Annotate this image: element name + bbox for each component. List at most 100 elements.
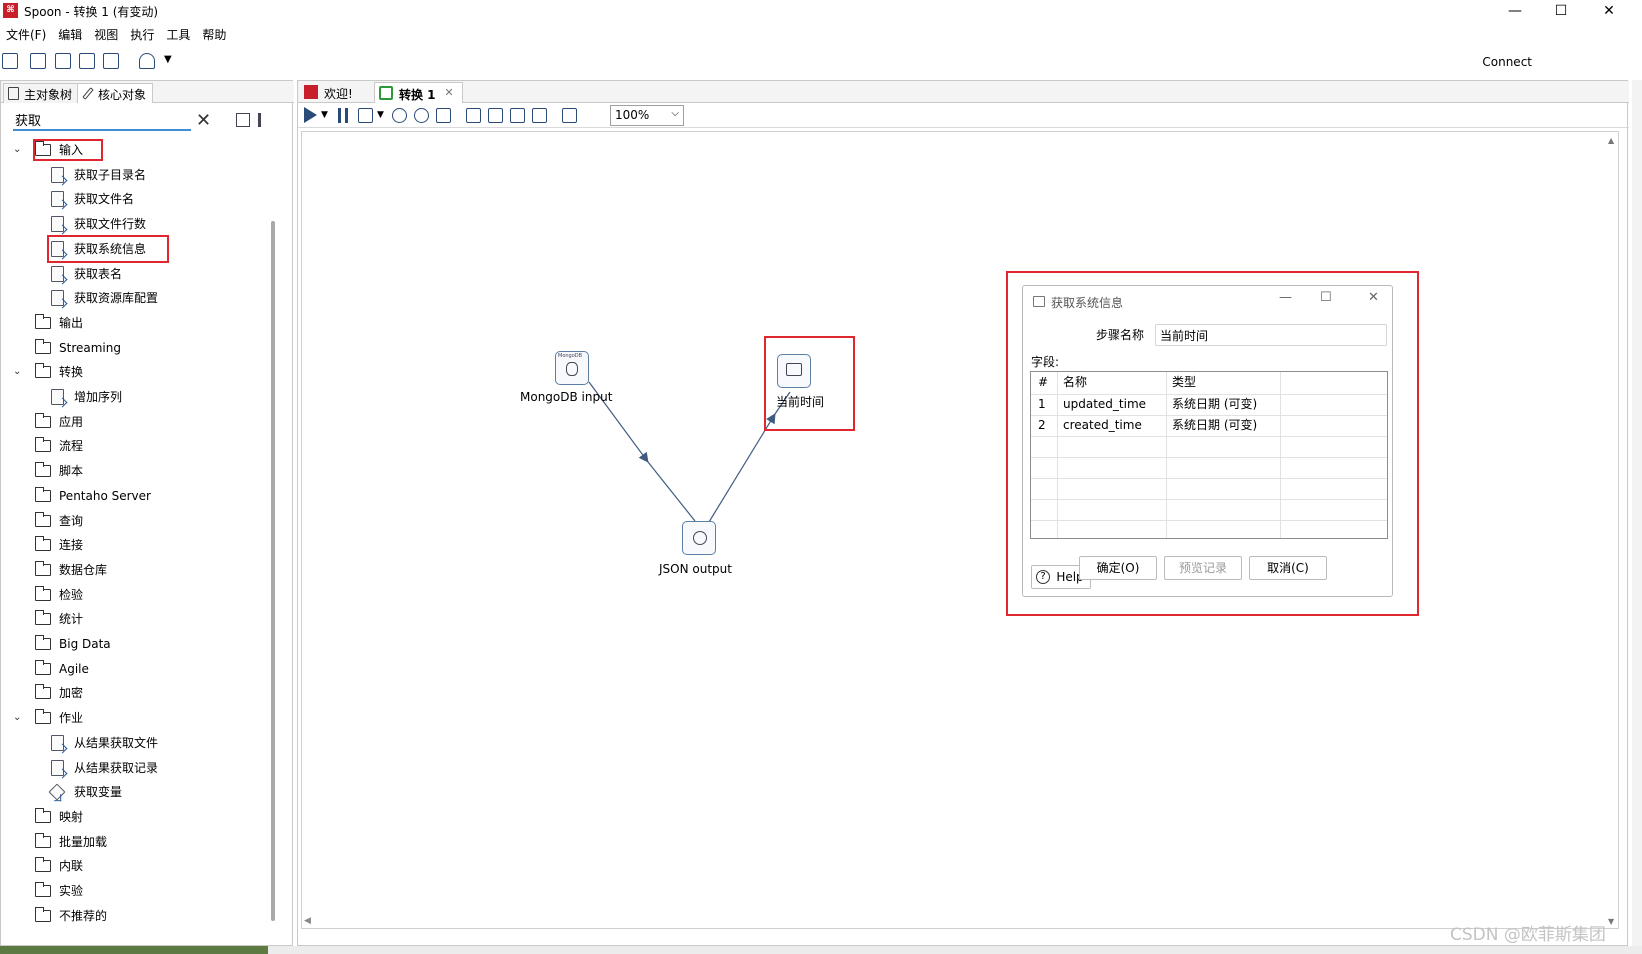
node-mongodb-input[interactable]: MongoDB — [555, 351, 589, 385]
perspective-dropdown-icon[interactable]: ▼ — [164, 54, 172, 65]
open-file-icon[interactable] — [30, 53, 46, 69]
left-scrollbar[interactable] — [271, 221, 275, 921]
tree-label: 连接 — [59, 538, 84, 553]
column-header-type[interactable]: 类型 — [1172, 372, 1196, 393]
canvas-scroll-left-icon[interactable]: ◀ — [304, 916, 311, 926]
fields-grid[interactable]: # 名称 类型 1 updated_time 系统日期 (可变) 2 creat… — [1030, 371, 1388, 539]
ok-button[interactable]: 确定(O) — [1079, 556, 1157, 580]
stop-icon[interactable] — [358, 108, 373, 123]
minimize-button[interactable]: — — [1492, 0, 1538, 22]
node-json-output[interactable] — [682, 521, 716, 555]
tree-label: 数据仓库 — [59, 562, 108, 577]
debug-icon[interactable] — [414, 108, 429, 123]
transformation-toolbar: ▼ ▼ 100% ⌵ — [298, 104, 1629, 128]
step-name-input[interactable] — [1155, 324, 1387, 346]
grid-divider — [1166, 372, 1167, 538]
highlight-box-current-time-node — [764, 336, 855, 431]
folder-icon — [35, 313, 51, 329]
expand-all-icon[interactable] — [236, 113, 250, 127]
verify-icon[interactable] — [466, 108, 481, 123]
pause-icon[interactable] — [338, 108, 348, 123]
chevron-down-icon[interactable]: ⌄ — [13, 361, 23, 383]
tree-label: 不推荐的 — [59, 908, 108, 923]
menu-help[interactable]: 帮助 — [196, 24, 232, 44]
menu-edit[interactable]: 编辑 — [52, 24, 88, 44]
field-type-cell[interactable]: 系统日期 (可变) — [1172, 394, 1257, 415]
canvas-vertical-scrollbar[interactable]: ▲ ▼ — [1608, 136, 1616, 926]
tree-label: 实验 — [59, 884, 84, 898]
tab-core-objects[interactable]: 核心对象 — [77, 83, 154, 103]
close-button[interactable]: ✕ — [1586, 0, 1632, 22]
folder-icon — [35, 857, 51, 873]
tree-label: 映射 — [59, 809, 84, 824]
column-header-name[interactable]: 名称 — [1063, 372, 1087, 393]
maximize-button[interactable]: ☐ — [1538, 0, 1584, 22]
connect-button[interactable]: Connect — [1482, 55, 1532, 69]
stop-dropdown-icon[interactable]: ▼ — [377, 110, 384, 120]
editor-area: 欢迎! 转换 1 ✕ ▼ ▼ 100% ⌵ MongoDB MongoDB in… — [297, 80, 1629, 946]
close-tab-icon[interactable]: ✕ — [444, 86, 453, 99]
replay-icon[interactable] — [436, 108, 451, 123]
editor-tabs: 欢迎! 转换 1 ✕ — [298, 81, 1629, 103]
folder-icon — [35, 462, 51, 478]
system-info-icon — [1033, 296, 1045, 307]
field-name-cell[interactable]: updated_time — [1063, 394, 1146, 415]
sql-icon[interactable] — [510, 108, 525, 123]
save-icon[interactable] — [79, 53, 95, 69]
dialog-close-button[interactable]: ✕ — [1368, 290, 1379, 305]
steps-search-input[interactable] — [13, 109, 191, 131]
folder-icon — [35, 709, 51, 725]
tree-label: 从结果获取记录 — [74, 760, 159, 775]
chevron-down-icon[interactable]: ⌄ — [13, 707, 23, 729]
save-as-icon[interactable] — [103, 53, 119, 69]
field-name-cell[interactable]: created_time — [1063, 415, 1142, 436]
main-toolbar: ▼ — [0, 48, 1642, 76]
menu-run[interactable]: 执行 — [124, 24, 160, 44]
menu-file[interactable]: 文件(F) — [0, 24, 52, 44]
transformation-canvas[interactable]: MongoDB MongoDB input 当前时间 JSON output ▲… — [301, 131, 1619, 929]
right-edge-strip — [1632, 80, 1642, 946]
chevron-down-icon: ⌵ — [671, 108, 679, 119]
column-header-number[interactable]: # — [1038, 372, 1048, 393]
tree-label: Pentaho Server — [59, 488, 151, 503]
menu-tools[interactable]: 工具 — [160, 24, 196, 44]
zoom-select[interactable]: 100% ⌵ — [610, 105, 684, 126]
folder-icon — [35, 882, 51, 897]
tab-transformation-1[interactable]: 转换 1 ✕ — [374, 82, 463, 103]
get-repository-names-icon — [51, 290, 64, 307]
cancel-button[interactable]: 取消(C) — [1249, 556, 1327, 580]
row-number: 1 — [1038, 397, 1046, 411]
explore-repository-icon[interactable] — [55, 53, 71, 69]
tree-label: 应用 — [59, 414, 84, 429]
tree-label: 获取变量 — [74, 785, 123, 800]
impact-icon[interactable] — [488, 108, 503, 123]
collapse-all-icon[interactable] — [258, 113, 272, 127]
tree-label: 获取文件行数 — [74, 217, 147, 232]
show-results-icon[interactable] — [562, 108, 577, 123]
field-type-cell[interactable]: 系统日期 (可变) — [1172, 415, 1257, 436]
tab-main-object-tree[interactable]: 主对象树 — [3, 83, 80, 103]
preview-button[interactable]: 预览记录 — [1164, 556, 1242, 580]
left-panel: 主对象树 核心对象 ✕ ⌄ 输入 获取子目录名 获取文件名 获取文件行数 — [0, 80, 294, 946]
preview-eye-icon[interactable] — [392, 108, 407, 123]
run-dropdown-icon[interactable]: ▼ — [321, 110, 328, 120]
tab-label: 主对象树 — [24, 88, 73, 102]
clear-search-icon[interactable]: ✕ — [196, 110, 211, 131]
tab-welcome[interactable]: 欢迎! — [300, 82, 359, 103]
help-icon: ? — [1036, 570, 1050, 584]
spoon-logo-icon: ⌘ — [3, 3, 18, 18]
chevron-down-icon[interactable]: ⌄ — [13, 139, 23, 161]
grid-divider — [1057, 372, 1058, 538]
tree-label: 输出 — [59, 315, 84, 330]
folder-icon — [35, 610, 51, 626]
new-file-icon[interactable] — [2, 53, 18, 69]
explore-db-icon[interactable] — [532, 108, 547, 123]
dialog-minimize-button[interactable]: — — [1279, 290, 1292, 305]
run-icon[interactable] — [304, 107, 317, 123]
get-subfolder-names-icon — [51, 166, 64, 183]
transformation-icon — [379, 86, 393, 100]
menu-view[interactable]: 视图 — [88, 24, 124, 44]
dialog-maximize-button[interactable]: ☐ — [1320, 290, 1332, 305]
title-bar: ⌘ Spoon - 转换 1 (有变动) — ☐ ✕ — [0, 0, 1642, 22]
perspective-layers-icon[interactable] — [139, 53, 155, 69]
